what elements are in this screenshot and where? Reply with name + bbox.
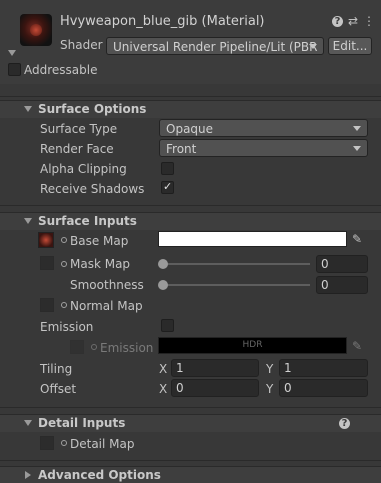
emission-label: Emission xyxy=(40,320,94,334)
surface-type-value: Opaque xyxy=(166,122,214,136)
mask-map-texture-slot[interactable] xyxy=(40,256,54,270)
divider xyxy=(0,460,381,461)
edit-shader-button[interactable]: Edit... xyxy=(328,37,372,55)
eyedropper-icon[interactable]: ✎ xyxy=(352,338,366,354)
addressable-checkbox[interactable] xyxy=(8,63,21,76)
material-preview-thumbnail xyxy=(20,14,52,46)
texture-picker-icon[interactable] xyxy=(91,344,97,350)
receive-shadows-checkbox[interactable]: ✓ xyxy=(161,180,174,194)
mask-map-value-field[interactable]: 0 xyxy=(316,255,368,273)
mask-map-label: Mask Map xyxy=(70,257,131,271)
render-face-label: Render Face xyxy=(40,142,114,156)
tiling-label: Tiling xyxy=(40,362,73,376)
shader-label: Shader xyxy=(60,38,103,52)
surface-inputs-title: Surface Inputs xyxy=(38,214,137,228)
advanced-options-title: Advanced Options xyxy=(38,468,161,482)
tiling-y-field[interactable]: 1 xyxy=(279,359,368,377)
tiling-x-field[interactable]: 1 xyxy=(171,359,259,377)
surface-type-dropdown[interactable]: Opaque xyxy=(159,119,368,137)
chevron-down-icon xyxy=(309,44,317,49)
addressable-label: Addressable xyxy=(24,63,98,77)
tiling-x-label: X xyxy=(159,362,168,376)
smoothness-slider-handle[interactable] xyxy=(158,280,168,290)
base-map-texture-thumbnail[interactable] xyxy=(38,232,54,248)
checkmark-icon: ✓ xyxy=(163,180,173,193)
receive-shadows-label: Receive Shadows xyxy=(40,182,145,196)
smoothness-label: Smoothness xyxy=(70,278,144,292)
help-icon[interactable]: ? xyxy=(339,418,350,429)
texture-picker-icon[interactable] xyxy=(61,237,67,243)
mask-map-slider-handle[interactable] xyxy=(158,259,168,269)
smoothness-slider-track[interactable] xyxy=(162,284,310,286)
more-vert-icon[interactable]: ⋮ xyxy=(362,14,376,28)
texture-picker-icon[interactable] xyxy=(61,440,67,446)
base-map-label: Base Map xyxy=(70,234,129,248)
tiling-y-label: Y xyxy=(266,362,274,376)
settings-sliders-icon[interactable]: ⇄ xyxy=(346,14,360,28)
offset-label: Offset xyxy=(40,382,77,396)
emission-map-label: Emission M xyxy=(100,341,158,355)
shader-value: Universal Render Pipeline/Lit (PBR xyxy=(113,40,318,54)
divider xyxy=(0,407,381,408)
detail-inputs-title: Detail Inputs xyxy=(38,416,126,430)
help-icon[interactable]: ? xyxy=(332,16,343,27)
offset-x-label: X xyxy=(159,382,168,396)
eyedropper-icon[interactable]: ✎ xyxy=(352,231,366,247)
divider xyxy=(0,205,381,206)
emission-map-texture-slot[interactable] xyxy=(70,340,84,354)
chevron-down-icon xyxy=(353,126,361,131)
offset-y-field[interactable]: 0 xyxy=(279,379,368,397)
hdr-badge: HDR xyxy=(242,340,263,350)
alpha-clipping-label: Alpha Clipping xyxy=(40,162,127,176)
emission-checkbox[interactable] xyxy=(161,319,174,332)
render-face-dropdown[interactable]: Front xyxy=(159,139,368,157)
normal-map-texture-slot[interactable] xyxy=(40,298,54,312)
mask-map-slider-track[interactable] xyxy=(162,263,310,265)
header-foldout-arrow-icon[interactable] xyxy=(8,50,16,56)
smoothness-value-field[interactable]: 0 xyxy=(316,276,368,294)
surface-options-title: Surface Options xyxy=(38,102,147,116)
surface-inputs-arrow-icon[interactable] xyxy=(24,218,32,224)
material-title: Hvyweapon_blue_gib (Material) xyxy=(60,14,265,29)
detail-map-label: Detail Map xyxy=(70,437,135,451)
offset-y-label: Y xyxy=(266,382,274,396)
chevron-down-icon xyxy=(353,146,361,151)
surface-type-label: Surface Type xyxy=(40,122,118,136)
advanced-options-arrow-icon[interactable] xyxy=(25,471,31,479)
texture-picker-icon[interactable] xyxy=(61,302,67,308)
shader-dropdown[interactable]: Universal Render Pipeline/Lit (PBR xyxy=(106,37,324,55)
divider xyxy=(0,96,381,97)
emission-color-field[interactable]: HDR xyxy=(158,337,347,354)
normal-map-label: Normal Map xyxy=(70,299,143,313)
detail-map-texture-slot[interactable] xyxy=(40,436,54,450)
render-face-value: Front xyxy=(166,142,197,156)
offset-x-field[interactable]: 0 xyxy=(171,379,259,397)
alpha-clipping-checkbox[interactable] xyxy=(161,162,174,175)
surface-options-arrow-icon[interactable] xyxy=(24,106,32,112)
detail-inputs-arrow-icon[interactable] xyxy=(24,420,32,426)
base-map-color-field[interactable] xyxy=(158,231,347,247)
texture-picker-icon[interactable] xyxy=(61,261,67,267)
